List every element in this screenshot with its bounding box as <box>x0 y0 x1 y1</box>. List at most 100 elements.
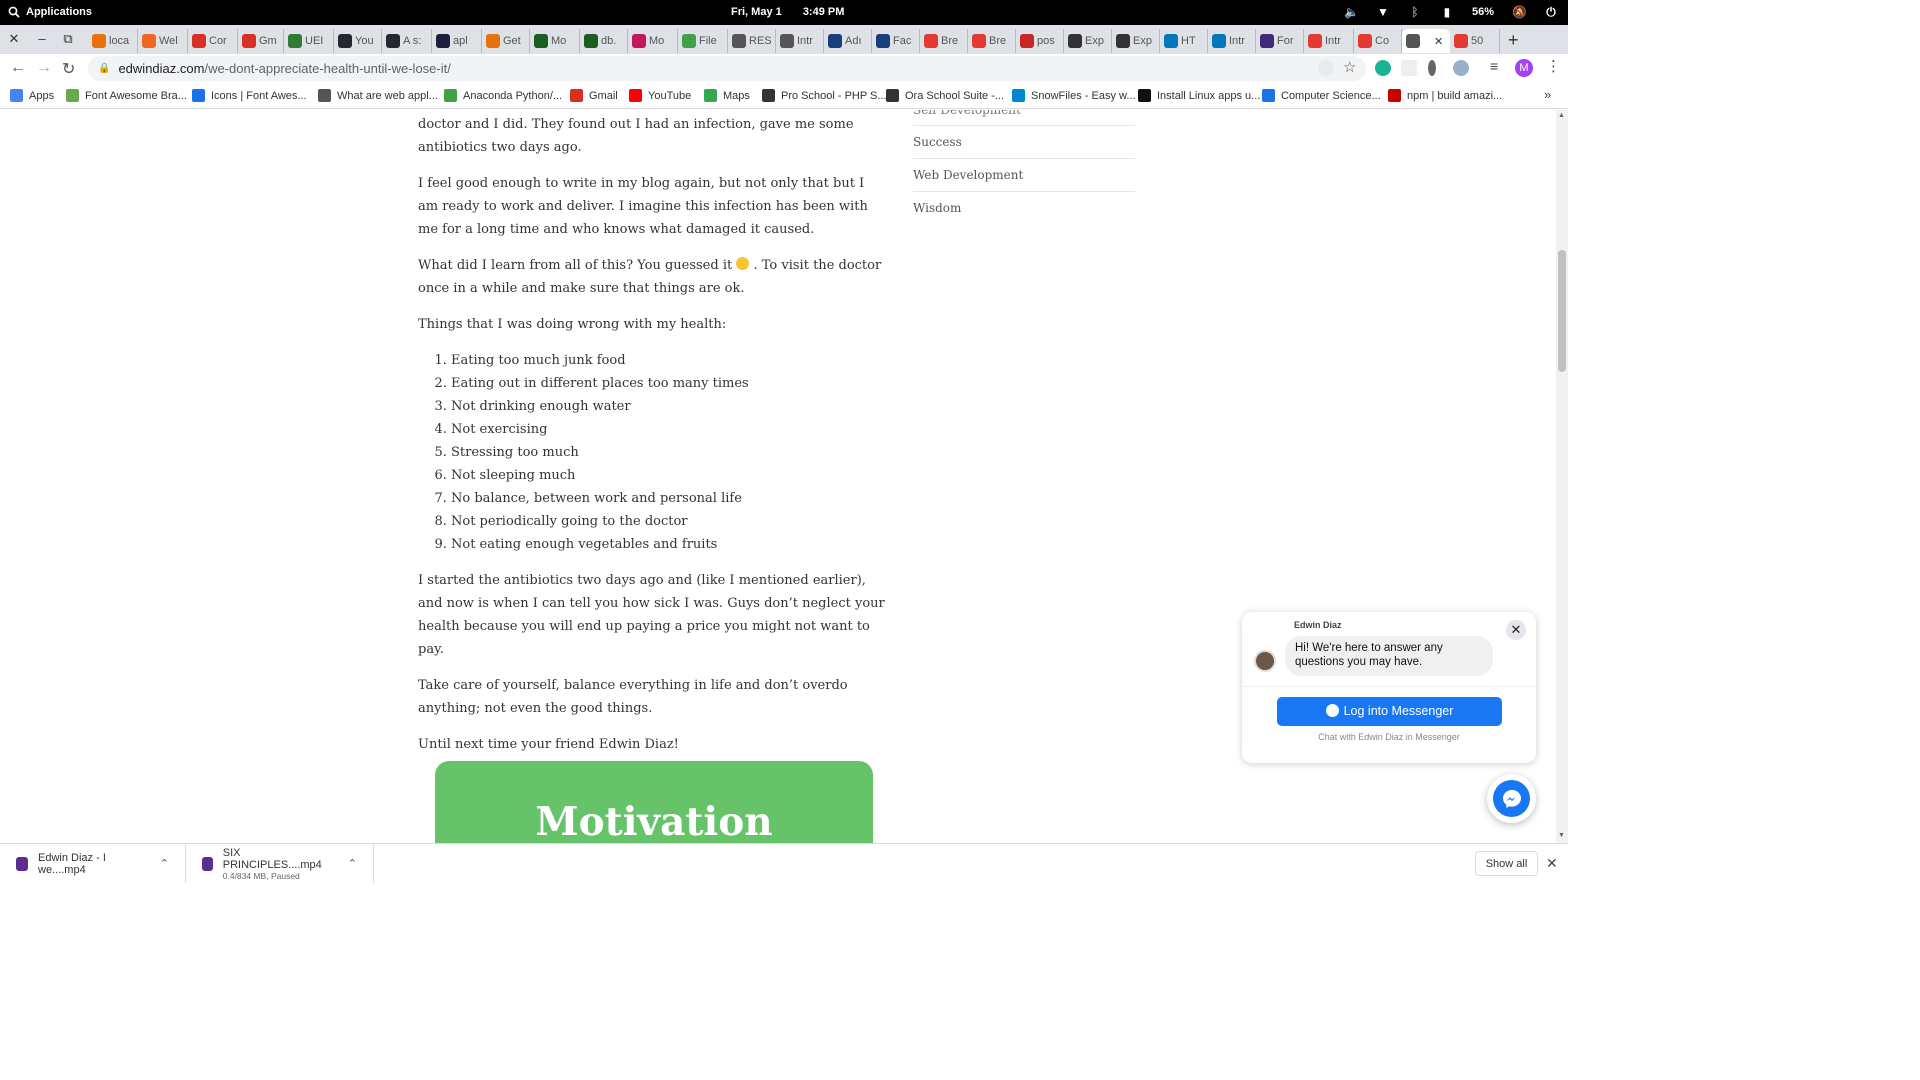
bookmark-star-icon[interactable]: ☆ <box>1343 58 1356 76</box>
tab[interactable]: Exp <box>1064 29 1112 53</box>
tab[interactable]: Exp <box>1112 29 1160 53</box>
bookmark-item[interactable]: What are web appl... <box>318 89 438 102</box>
messenger-launcher-button[interactable] <box>1487 774 1536 823</box>
category-link[interactable]: Self Development <box>913 110 1135 126</box>
wifi-icon[interactable]: ▼ <box>1376 5 1390 19</box>
bluetooth-icon[interactable]: ᛒ <box>1408 5 1422 19</box>
tab[interactable]: Intr <box>1208 29 1256 53</box>
scroll-down-icon[interactable]: ▼ <box>1558 832 1565 839</box>
tab[interactable]: You <box>334 29 382 53</box>
tab-label: A s: <box>403 35 422 47</box>
media-control-icon[interactable]: ≡ <box>1490 58 1498 74</box>
tab-favicon-icon <box>1260 34 1274 48</box>
power-icon[interactable]: ⏻ <box>1544 5 1558 19</box>
tab[interactable]: pos <box>1016 29 1064 53</box>
browser-menu-icon[interactable]: ⋮ <box>1546 57 1561 75</box>
tab[interactable]: For <box>1256 29 1304 53</box>
close-shelf-icon[interactable]: ✕ <box>1546 855 1558 872</box>
category-link[interactable]: Success <box>913 126 1135 159</box>
clock[interactable]: Fri, May 1 3:49 PM <box>731 6 862 18</box>
tab[interactable]: Gm <box>238 29 284 53</box>
tab[interactable]: HT <box>1160 29 1208 53</box>
download-shelf: Edwin Diaz - I we....mp4 ⌃ SIX PRINCIPLE… <box>0 843 1568 883</box>
tab[interactable]: Get <box>482 29 530 53</box>
tab-label: File <box>699 35 717 47</box>
tab[interactable]: 50 <box>1450 29 1500 53</box>
tab[interactable]: Wel <box>138 29 188 53</box>
tab-label: Get <box>503 35 521 47</box>
tab[interactable]: Adı <box>824 29 872 53</box>
lock-icon[interactable]: 🔒 <box>98 63 110 74</box>
address-bar[interactable]: 🔒 edwindiaz.com/we-dont-appreciate-healt… <box>88 56 1366 81</box>
tab-label: Exp <box>1085 35 1104 47</box>
tab[interactable]: Intr <box>776 29 824 53</box>
bookmark-item[interactable]: Icons | Font Awes... <box>192 89 307 102</box>
tab[interactable]: RES <box>728 29 776 53</box>
tab-favicon-icon <box>828 34 842 48</box>
translate-icon[interactable] <box>1318 60 1334 76</box>
bookmark-item[interactable]: Install Linux apps u... <box>1138 89 1260 102</box>
chat-close-icon[interactable]: ✕ <box>1506 620 1526 640</box>
chevron-up-icon[interactable]: ⌃ <box>160 857 169 870</box>
tab[interactable]: UEI <box>284 29 334 53</box>
category-link[interactable]: Wisdom <box>913 192 1135 225</box>
motivation-banner[interactable]: Motivation <box>435 761 873 843</box>
tab[interactable]: A s: <box>382 29 432 53</box>
download-item[interactable]: Edwin Diaz - I we....mp4 ⌃ <box>0 844 186 883</box>
window-close-icon[interactable]: ✕ <box>6 31 22 47</box>
back-icon[interactable]: ← <box>10 59 26 77</box>
tab[interactable]: apl <box>432 29 482 53</box>
tab-close-icon[interactable]: ✕ <box>1434 35 1443 48</box>
tab[interactable]: loca <box>88 29 138 53</box>
bookmark-item[interactable]: npm | build amazi... <box>1388 89 1502 102</box>
applications-menu[interactable]: Applications <box>8 6 92 18</box>
paragraph: What did I learn from all of this? You g… <box>418 254 888 300</box>
paragraph: Things that I was doing wrong with my he… <box>418 317 727 332</box>
bookmark-item[interactable]: Apps <box>10 89 54 102</box>
reload-icon[interactable]: ↻ <box>62 59 75 79</box>
window-restore-icon[interactable]: ⧉ <box>60 31 76 47</box>
tab[interactable]: File <box>678 29 728 53</box>
profile-avatar[interactable]: M <box>1515 59 1533 77</box>
volume-icon[interactable]: 🔈 <box>1344 5 1359 19</box>
more-bookmarks-icon[interactable]: » <box>1544 87 1551 102</box>
bookmark-item[interactable]: Ora School Suite -... <box>886 89 1004 102</box>
battery-icon[interactable]: ▮ <box>1440 5 1454 19</box>
scrollbar-thumb[interactable] <box>1558 250 1566 372</box>
tab[interactable]: Intr <box>1304 29 1354 53</box>
forward-icon[interactable]: → <box>36 59 52 77</box>
download-item[interactable]: SIX PRINCIPLES....mp4 0.4/834 MB, Paused… <box>186 844 374 883</box>
tab[interactable]: Mo <box>628 29 678 53</box>
page-scrollbar[interactable]: ▲ ▼ <box>1556 110 1568 843</box>
new-tab-button[interactable]: + <box>1508 30 1519 51</box>
extension-m-icon[interactable] <box>1375 60 1391 76</box>
bookmark-item[interactable]: Gmail <box>570 89 618 102</box>
tab[interactable]: db. <box>580 29 628 53</box>
tab[interactable]: Bre <box>920 29 968 53</box>
tab-label: HT <box>1181 35 1196 47</box>
window-minimize-icon[interactable]: – <box>34 31 50 46</box>
chevron-up-icon[interactable]: ⌃ <box>348 857 357 870</box>
extension-grid-icon[interactable] <box>1401 60 1417 76</box>
category-link[interactable]: Web Development <box>913 159 1135 192</box>
tab[interactable]: Fac <box>872 29 920 53</box>
tab[interactable]: Bre <box>968 29 1016 53</box>
show-all-button[interactable]: Show all <box>1475 851 1538 876</box>
scroll-up-icon[interactable]: ▲ <box>1558 112 1565 119</box>
tab[interactable]: Cor <box>188 29 238 53</box>
extension-lens-icon[interactable] <box>1453 60 1469 76</box>
bookmark-item[interactable]: Font Awesome Bra... <box>66 89 187 102</box>
log-into-messenger-button[interactable]: Log into Messenger <box>1277 697 1502 726</box>
tab[interactable]: Mo <box>530 29 580 53</box>
notifications-off-icon[interactable]: 🔕 <box>1512 5 1527 19</box>
tab[interactable]: ✕ <box>1402 29 1450 53</box>
bookmark-item[interactable]: SnowFiles - Easy w... <box>1012 89 1136 102</box>
bookmark-item[interactable]: Pro School - PHP S... <box>762 89 887 102</box>
list-item: Stressing too much <box>451 441 888 464</box>
tab[interactable]: Co <box>1354 29 1402 53</box>
extension-pin-icon[interactable] <box>1428 60 1436 76</box>
bookmark-item[interactable]: Computer Science... <box>1262 89 1381 102</box>
bookmark-item[interactable]: Maps <box>704 89 750 102</box>
bookmark-item[interactable]: Anaconda Python/... <box>444 89 562 102</box>
bookmark-item[interactable]: YouTube <box>629 89 691 102</box>
